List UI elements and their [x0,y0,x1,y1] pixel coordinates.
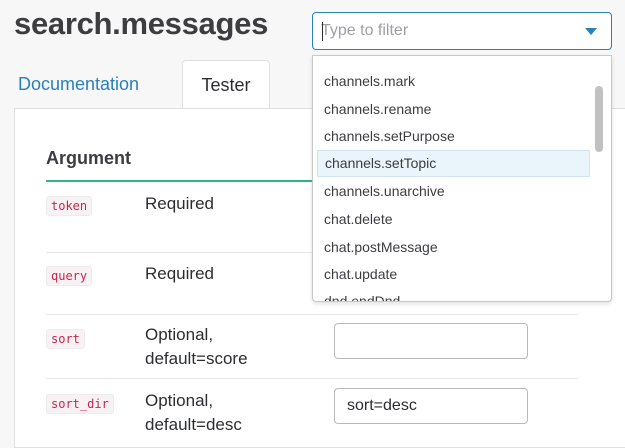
row-divider [46,378,578,379]
header-underline [46,180,314,182]
arg-requirement-sort-dir: Optional, [145,391,214,410]
tab-documentation[interactable]: Documentation [18,60,168,109]
method-filter-combobox[interactable] [312,12,612,50]
arg-name-query: query [46,266,93,286]
option-chat-delete[interactable]: chat.delete [317,206,590,233]
sort-input[interactable] [334,323,528,359]
method-dropdown-list[interactable]: channels.mark channels.rename channels.s… [312,55,612,302]
tab-tester[interactable]: Tester [182,60,270,109]
text-caret [322,22,323,41]
option-chat-update[interactable]: chat.update [317,261,590,288]
arg-name-token: token [46,196,93,216]
option-channels-mark[interactable]: channels.mark [317,68,590,95]
arg-requirement-sort: Optional, [145,325,214,344]
arg-requirement-token: Required [145,194,214,213]
arg-default-sort: default=score [145,349,248,368]
option-chat-postmessage[interactable]: chat.postMessage [317,234,590,261]
option-dnd-enddnd[interactable]: dnd.endDnd [317,288,590,301]
option-channels-rename[interactable]: channels.rename [317,96,590,123]
argument-column-header: Argument [46,148,131,168]
scrollbar-thumb[interactable] [595,86,603,152]
page-title: search.messages [14,6,269,41]
option-channels-settopic[interactable]: channels.setTopic [317,150,590,177]
arg-requirement-query: Required [145,264,214,283]
option-channels-unarchive[interactable]: channels.unarchive [317,178,590,205]
arg-default-sort-dir: default=desc [145,415,242,434]
method-filter-input[interactable] [321,13,571,49]
chevron-down-icon[interactable] [585,28,597,35]
arg-name-sort-dir: sort_dir [46,394,114,414]
option-channels-setpurpose[interactable]: channels.setPurpose [317,123,590,150]
arg-name-sort: sort [46,329,85,349]
sort-dir-input[interactable] [334,388,528,424]
row-divider [46,314,578,315]
